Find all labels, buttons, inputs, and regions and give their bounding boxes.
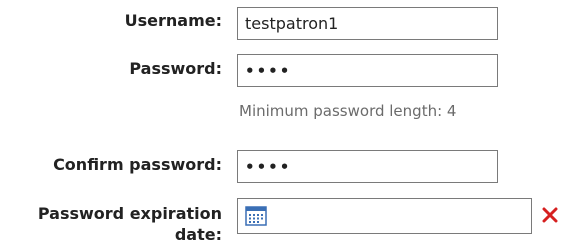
expiration-label-line1: Password expiration — [37, 204, 222, 223]
expiration-label-line2: date: — [174, 225, 222, 244]
calendar-icon[interactable] — [245, 206, 267, 226]
expiration-date-label: Password expiration date: — [2, 203, 222, 245]
username-input[interactable]: testpatron1 — [237, 7, 498, 40]
username-label: Username: — [124, 11, 222, 30]
confirm-password-input[interactable]: •••• — [237, 150, 498, 183]
close-icon[interactable] — [542, 207, 558, 223]
expiration-date-input[interactable] — [237, 198, 532, 234]
confirm-password-label: Confirm password: — [53, 155, 222, 174]
password-input[interactable]: •••• — [237, 54, 498, 87]
password-label: Password: — [129, 59, 222, 78]
password-hint: Minimum password length: 4 — [239, 102, 457, 120]
